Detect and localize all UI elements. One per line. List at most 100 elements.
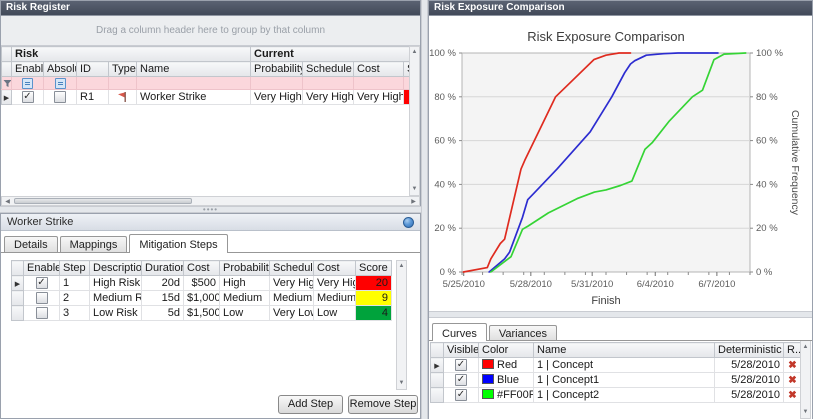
add-step-button[interactable]: Add Step (278, 395, 343, 414)
risk-row[interactable]: ▶ ✓ R1 Worker Strike Very High Very High… (2, 90, 412, 105)
scroll-down-icon[interactable]: ▼ (410, 185, 419, 194)
column-header-color[interactable]: Color (479, 343, 534, 358)
step-score-cell[interactable]: 9 (356, 291, 392, 306)
step-number-cell[interactable]: 1 (60, 276, 90, 291)
column-header-visible[interactable]: Visible (444, 343, 479, 358)
checkbox-unchecked-icon[interactable] (36, 292, 48, 304)
step-cost-cell[interactable]: $1,500 (184, 306, 220, 321)
step-cost-impact-cell[interactable]: Very High (314, 276, 356, 291)
step-schedule-cell[interactable]: Very High (270, 276, 314, 291)
horizontal-splitter-left[interactable]: •••• (0, 206, 421, 213)
column-header-probability[interactable]: Probability (220, 261, 270, 276)
tab-details[interactable]: Details (4, 236, 58, 253)
column-header-description[interactable]: Description (90, 261, 142, 276)
step-enabled-cell[interactable] (24, 291, 60, 306)
curve-color-cell[interactable]: Red (479, 358, 534, 373)
filter-cell-id[interactable] (77, 77, 109, 90)
step-probability-cell[interactable]: Low (220, 306, 270, 321)
remove-step-button[interactable]: Remove Step (348, 395, 418, 414)
risk-name-cell[interactable]: Worker Strike (137, 90, 251, 105)
step-score-cell[interactable]: 20 (356, 276, 392, 291)
scroll-down-icon[interactable]: ▼ (801, 408, 810, 417)
remove-curve-icon[interactable]: ✖ (788, 360, 796, 371)
curve-name-cell[interactable]: 1 | Concept (534, 358, 715, 373)
checkbox-checked-icon[interactable]: ✓ (36, 277, 48, 289)
tab-curves[interactable]: Curves (432, 323, 487, 341)
curve-row[interactable]: ✓ #FF00FF00 1 | Concept2 5/28/2010 ✖ (431, 388, 802, 403)
step-cost-impact-cell[interactable]: Low (314, 306, 356, 321)
curve-remove-cell[interactable]: ✖ (784, 373, 802, 388)
step-description-cell[interactable]: Medium Risk (90, 291, 142, 306)
risk-schedule-cell[interactable]: Very High (303, 90, 354, 105)
step-duration-cell[interactable]: 20d (142, 276, 184, 291)
step-cost-impact-cell[interactable]: Medium (314, 291, 356, 306)
mitigation-row[interactable]: 3 Low Risk 5d $1,500 Low Very Low Low 4 (12, 306, 392, 321)
horizontal-splitter-right[interactable] (429, 311, 812, 318)
scroll-up-icon[interactable]: ▲ (397, 262, 406, 271)
scroll-up-icon[interactable]: ▲ (410, 48, 419, 57)
risk-grid-vscrollbar[interactable]: ▲ ▼ (409, 46, 420, 196)
mitigation-row[interactable]: ▶ ✓ 1 High Risk 20d $500 High Very High … (12, 276, 392, 291)
filter-cell-probability[interactable] (251, 77, 303, 90)
curve-color-cell[interactable]: #FF00FF00 (479, 388, 534, 403)
column-header-enabled[interactable]: Enabled (12, 62, 44, 77)
curve-visible-cell[interactable]: ✓ (444, 358, 479, 373)
curve-visible-cell[interactable]: ✓ (444, 373, 479, 388)
column-header-cost[interactable]: Cost (354, 62, 404, 77)
step-probability-cell[interactable]: Medium (220, 291, 270, 306)
step-probability-cell[interactable]: High (220, 276, 270, 291)
checkbox-unchecked-icon[interactable] (36, 307, 48, 319)
curve-row[interactable]: ✓ Blue 1 | Concept1 5/28/2010 ✖ (431, 373, 802, 388)
curve-deterministic-cell[interactable]: 5/28/2010 (715, 373, 784, 388)
step-description-cell[interactable]: High Risk (90, 276, 142, 291)
mitigation-vscrollbar[interactable]: ▲ ▼ (396, 260, 407, 390)
step-description-cell[interactable]: Low Risk (90, 306, 142, 321)
column-header-enabled[interactable]: Enabled (24, 261, 60, 276)
step-cost-cell[interactable]: $500 (184, 276, 220, 291)
step-schedule-cell[interactable]: Medium (270, 291, 314, 306)
curve-visible-cell[interactable]: ✓ (444, 388, 479, 403)
scroll-up-icon[interactable]: ▲ (801, 343, 810, 352)
column-header-name[interactable]: Name (534, 343, 715, 358)
filter-cell-enabled[interactable] (12, 77, 44, 90)
column-header-probability[interactable]: Probability (251, 62, 303, 77)
step-duration-cell[interactable]: 5d (142, 306, 184, 321)
curve-color-cell[interactable]: Blue (479, 373, 534, 388)
filter-cell-absolute[interactable] (44, 77, 77, 90)
step-number-cell[interactable]: 3 (60, 306, 90, 321)
filter-cell-schedule[interactable] (303, 77, 354, 90)
scroll-down-icon[interactable]: ▼ (397, 379, 406, 388)
remove-curve-icon[interactable]: ✖ (788, 390, 796, 401)
checkbox-checked-icon[interactable]: ✓ (455, 389, 467, 401)
tab-mitigation-steps[interactable]: Mitigation Steps (129, 234, 227, 253)
filter-cell-type[interactable] (109, 77, 137, 90)
column-header-cost[interactable]: Cost (184, 261, 220, 276)
vertical-splitter[interactable] (421, 0, 428, 419)
risk-absolute-cell[interactable] (44, 90, 77, 105)
curve-remove-cell[interactable]: ✖ (784, 388, 802, 403)
curve-deterministic-cell[interactable]: 5/28/2010 (715, 388, 784, 403)
risk-id-cell[interactable]: R1 (77, 90, 109, 105)
filter-cell-cost[interactable] (354, 77, 404, 90)
step-score-cell[interactable]: 4 (356, 306, 392, 321)
mitigation-row[interactable]: 2 Medium Risk 15d $1,000 Medium Medium M… (12, 291, 392, 306)
step-duration-cell[interactable]: 15d (142, 291, 184, 306)
column-header-remove[interactable]: R... (784, 343, 802, 358)
risk-type-cell[interactable] (109, 90, 137, 105)
column-header-schedule[interactable]: Schedule (270, 261, 314, 276)
risk-cost-cell[interactable]: Very High (354, 90, 404, 105)
checkbox-checked-icon[interactable]: ✓ (455, 374, 467, 386)
hscroll-thumb[interactable] (14, 198, 192, 204)
column-header-deterministic-value[interactable]: Deterministic Value (715, 343, 784, 358)
risk-enabled-cell[interactable]: ✓ (12, 90, 44, 105)
filter-cell-name[interactable] (137, 77, 251, 90)
column-header-name[interactable]: Name (137, 62, 251, 77)
curve-deterministic-cell[interactable]: 5/28/2010 (715, 358, 784, 373)
panel-pin-icon[interactable] (403, 217, 414, 228)
tab-mappings[interactable]: Mappings (60, 236, 128, 253)
column-header-step[interactable]: Step (60, 261, 90, 276)
remove-curve-icon[interactable]: ✖ (788, 375, 796, 386)
column-header-type[interactable]: Type (109, 62, 137, 77)
curve-name-cell[interactable]: 1 | Concept1 (534, 373, 715, 388)
column-header-duration[interactable]: Duration (142, 261, 184, 276)
